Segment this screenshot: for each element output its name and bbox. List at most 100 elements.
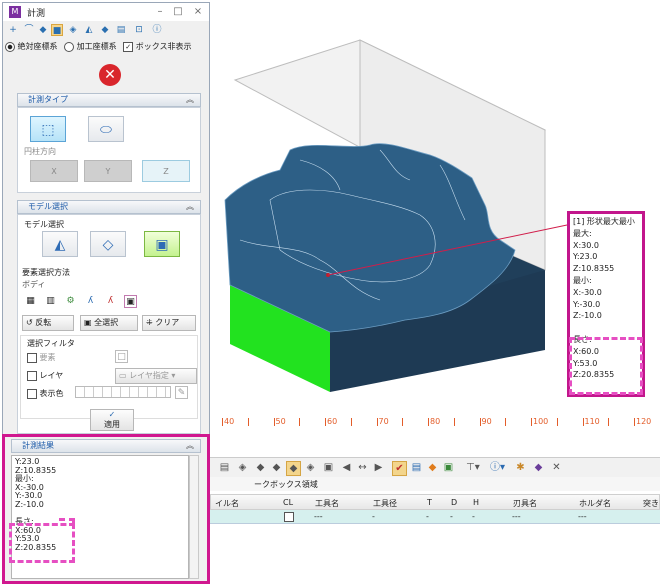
color-palette[interactable] [75,386,171,398]
settings-icon[interactable]: ✱ [514,461,527,474]
reverse-button[interactable]: ↺ 反転 [22,315,74,331]
ruler-tick [222,418,223,426]
tool-icon-7[interactable]: ✔ [392,461,407,476]
apply-button[interactable]: ✓ 適用 [90,409,134,431]
axis-x-button[interactable]: X [30,160,78,182]
ruler-label: 110 [584,417,600,426]
radio-absolute[interactable] [5,41,15,52]
tool-icon-1[interactable]: ◈ [236,461,249,474]
radio-machining-label: 加工座標系 [76,42,117,51]
list-icon[interactable]: ▤ [218,461,231,474]
filter-icon[interactable]: ⊤▾ [466,461,480,474]
prev-icon[interactable]: ◀ [340,461,353,474]
filter-color[interactable]: 表示色 [27,388,64,399]
select-region-icon[interactable]: ▣ [124,295,137,308]
results-header[interactable]: 計測結果 ︽ [11,439,201,453]
line-tool-icon[interactable]: ⌒ [23,24,35,36]
select-model-icon[interactable]: ▦ [24,295,37,308]
body-value[interactable]: ボディ [22,279,45,290]
table-header-cell[interactable]: 突き [643,498,659,509]
select-curve-icon[interactable]: ʎ [84,295,97,308]
surface-model-button[interactable]: ◭ [42,231,78,257]
filter-color-label: 表示色 [39,389,64,398]
select-edge-icon[interactable]: ⚙ [64,295,77,308]
ruler-tick [325,418,326,426]
axis-y-button[interactable]: Y [84,160,132,182]
info-icon[interactable]: ⓘ▾ [490,461,505,474]
axis-z-button[interactable]: Z [142,160,190,182]
tool-icon-4[interactable]: ◆ [286,461,301,476]
app-icon: M [9,6,21,18]
surface-tool-icon[interactable]: ◈ [67,24,79,36]
table-header-cell[interactable]: H [473,498,479,507]
tool-icon-8[interactable]: ▤ [410,461,423,474]
cylinder-type-button[interactable]: ⬭ [88,116,124,142]
box-type-button[interactable]: ⬚ [30,116,66,142]
box-measure-icon[interactable]: ■ [51,24,63,36]
collapse-icon: ︽ [186,441,194,450]
reverse-button-label: 反転 [35,318,52,327]
fill-tool-icon[interactable]: ▤ [115,24,127,36]
table-header-cell[interactable]: CL [283,498,293,507]
angle-tool-icon[interactable]: ◭ [83,24,95,36]
tab-workbox[interactable]: ークボックス領域 [254,479,318,490]
clear-button[interactable]: ⁜ クリア [142,315,196,331]
filter-element-label: 要素 [39,353,56,362]
select-all-button[interactable]: ▣ 全選択 [80,315,138,331]
select-all-label: 全選択 [94,318,119,327]
solid-model-button[interactable]: ▣ [144,231,180,257]
color-tool-icon[interactable]: ◆ [99,24,111,36]
filter-element-checkbox[interactable] [27,352,37,363]
select-loop-icon[interactable]: ʎ [104,295,117,308]
sheet-model-button[interactable]: ◇ [90,231,126,257]
table-header-cell[interactable]: 工具径 [373,498,397,509]
delete-icon[interactable]: ✕ [550,461,563,474]
element-picker-icon[interactable]: □ [115,350,128,363]
tool-icon-11[interactable]: ◆ [532,461,545,474]
crosshair-icon[interactable]: + [7,24,19,36]
section-type-header[interactable]: 計測タイプ ︽ [17,93,201,107]
info-icon[interactable]: ⓘ [151,24,163,36]
export-icon[interactable]: ⊡ [133,24,145,36]
tool-icon-9[interactable]: ◆ [426,461,439,474]
box-hide-checkbox[interactable]: ✓ [123,41,134,52]
table-header-cell[interactable]: D [451,498,457,507]
point-tool-icon[interactable]: ◆ [37,24,49,36]
tool-icon-6[interactable]: ▣ [322,461,335,474]
table-cell: --- [512,512,521,521]
model-select-label: モデル選択 [24,220,64,229]
filter-layer[interactable]: レイヤ [27,370,63,381]
close-window-icon[interactable]: × [191,5,205,19]
tool-icon-5[interactable]: ◈ [304,461,317,474]
dialog-titlebar[interactable]: M 計測 – □ × [3,3,209,21]
filter-layer-checkbox[interactable] [27,370,37,381]
move-icon[interactable]: ↔ [356,461,369,474]
cancel-icon[interactable]: ✕ [99,64,121,86]
element-method-label: 要素選択方法 [22,268,70,277]
ruler-tick [505,418,507,426]
table-header-cell[interactable]: T [427,498,432,507]
color-picker-icon[interactable]: ✎ [175,386,188,399]
cl-checkbox[interactable] [284,512,294,522]
table-header-cell[interactable]: 刃具名 [513,498,537,509]
next-icon[interactable]: ▶ [372,461,385,474]
radio-machining[interactable] [64,41,75,52]
select-face-icon[interactable]: ▥ [44,295,57,308]
table-row[interactable]: --- - - - - --- --- [210,510,660,524]
table-header-cell[interactable]: イル名 [215,498,239,509]
section-model-body: モデル選択 ◭ ◇ ▣ 要素選択方法 ボディ ▦ ▥ ⚙ ʎ ʎ ▣ ↺ 反転 … [17,214,201,434]
filter-color-checkbox[interactable] [27,388,37,399]
table-header-cell[interactable]: 工具名 [315,498,339,509]
tool-icon-2[interactable]: ◆ [254,461,267,474]
apply-icon: ✓ [108,410,116,419]
table-header-cell[interactable]: ホルダ名 [579,498,611,509]
maximize-icon[interactable]: □ [171,5,185,19]
layer-dropdown[interactable]: ▭ レイヤ指定 ▾ [115,368,197,384]
section-model-header[interactable]: モデル選択 ︽ [17,200,201,214]
tool-icon-3[interactable]: ◆ [270,461,283,474]
minimize-icon[interactable]: – [153,5,167,19]
results-scrollbar[interactable] [189,455,199,579]
tool-icon-10[interactable]: ▣ [442,461,455,474]
filter-element[interactable]: 要素 [27,352,56,363]
ruler-tick [582,418,584,426]
